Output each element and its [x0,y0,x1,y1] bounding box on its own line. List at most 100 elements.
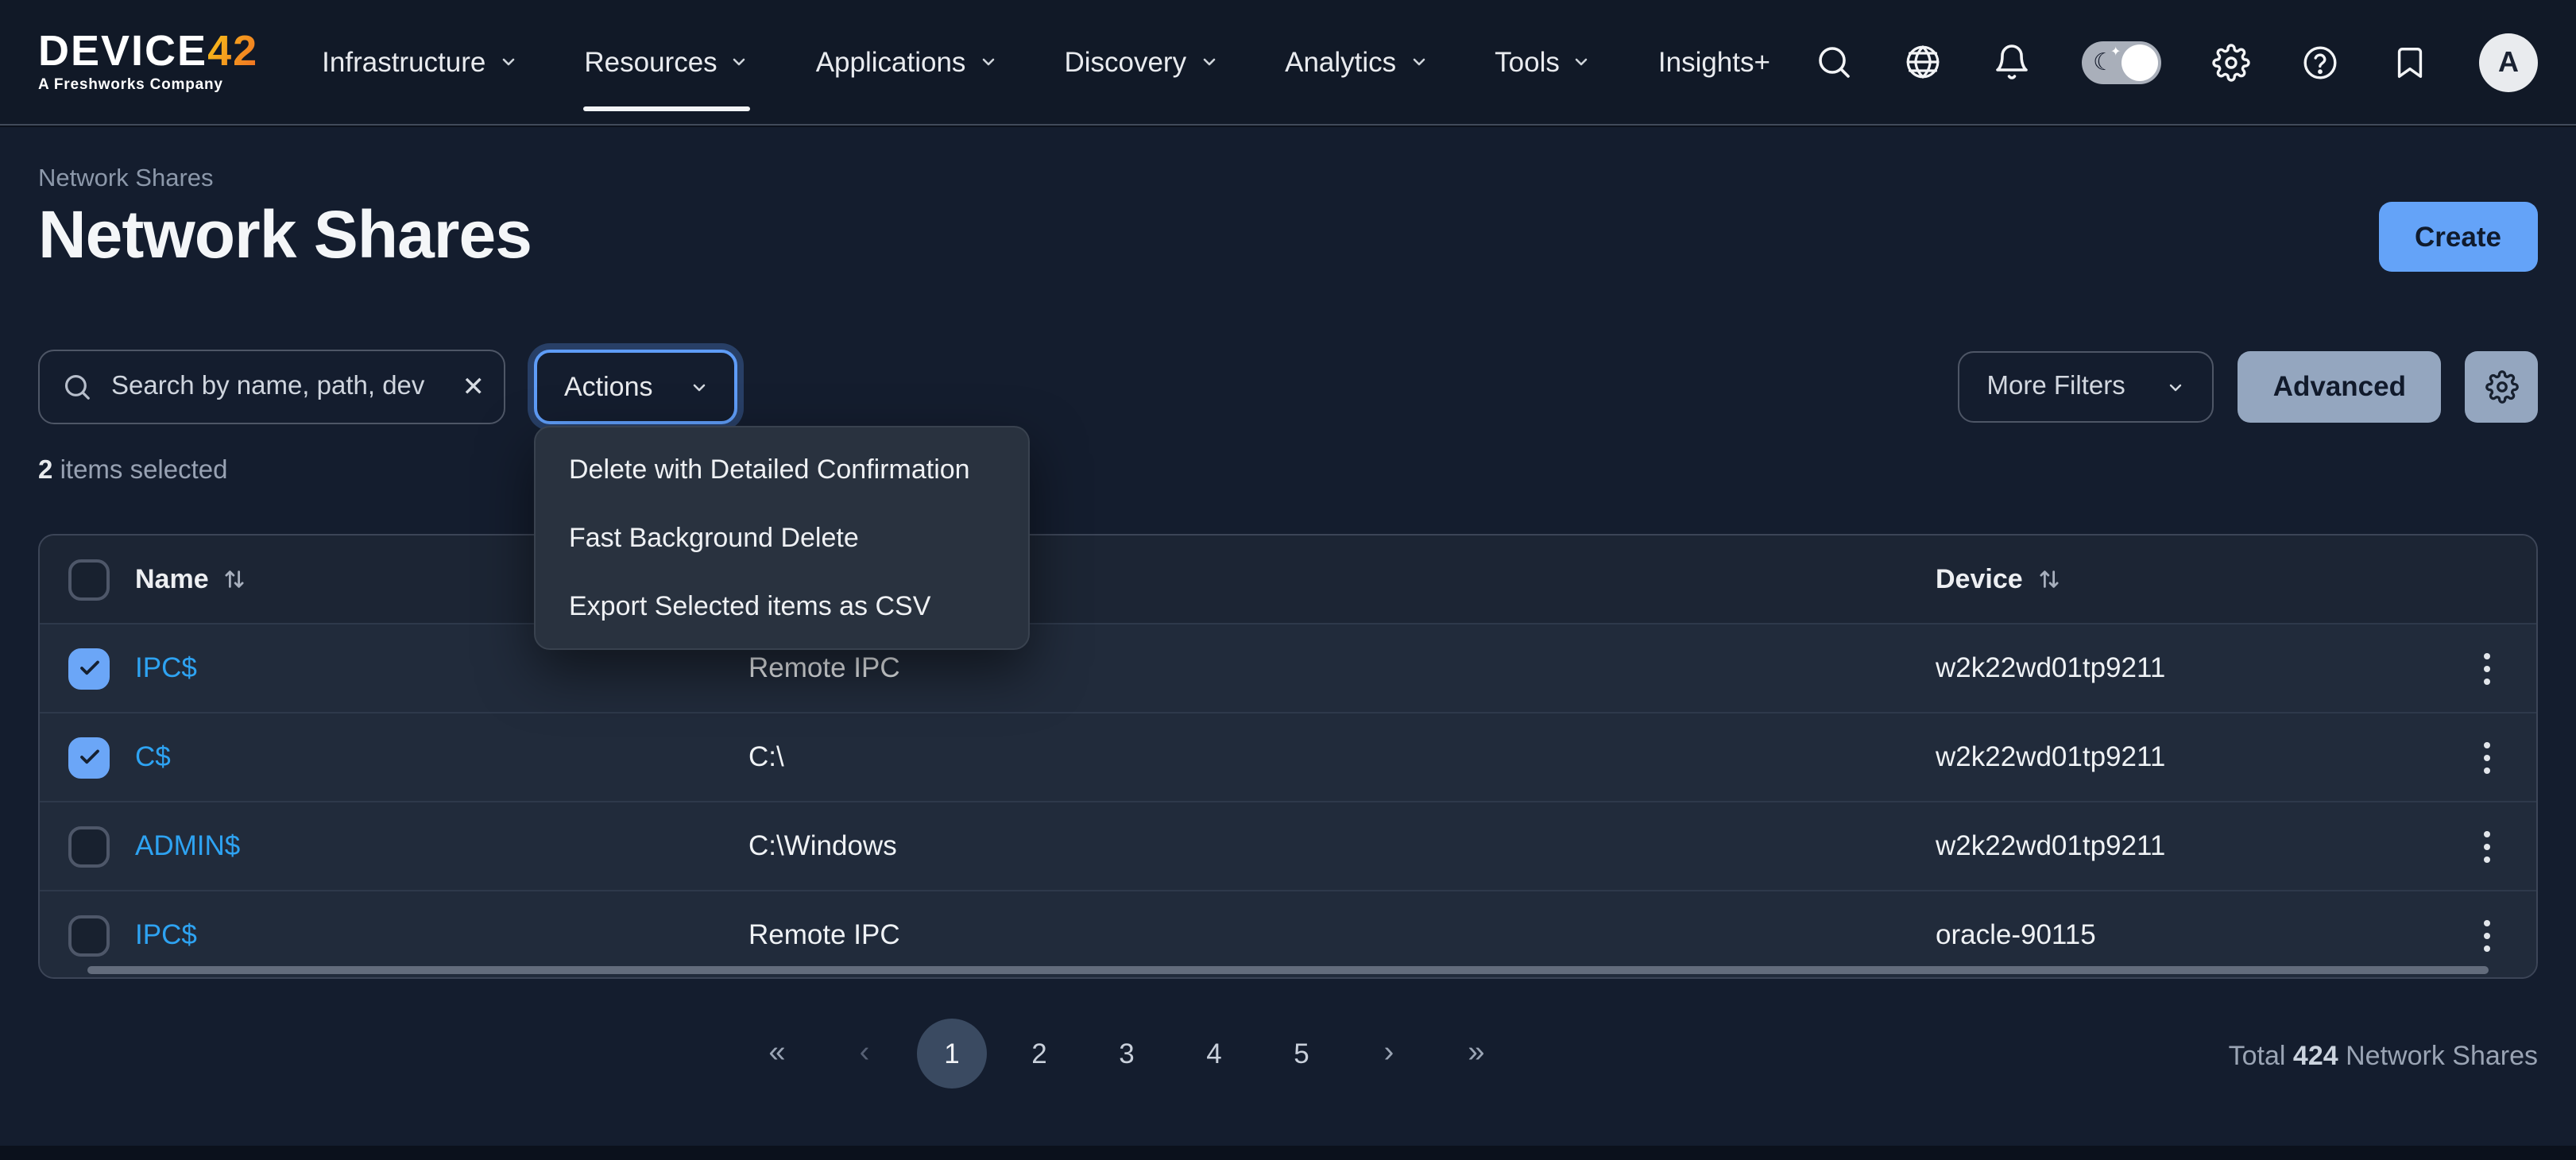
bookmark-icon[interactable] [2390,43,2428,81]
notifications-bell-icon[interactable] [1993,43,2031,81]
toggle-knob [2122,44,2158,80]
toolbar: ✕ Actions More Filters Advanced [38,350,2538,424]
logo-text: DEVICE [38,28,207,75]
total-suffix: Network Shares [2346,1041,2538,1071]
search-box[interactable]: ✕ [38,350,505,424]
nav-item-resources[interactable]: Resources [584,45,748,79]
share-device: oracle-90115 [1936,918,2096,950]
page-title: Network Shares [38,197,532,273]
table-header-row: Name Device [40,536,2536,623]
share-name-link[interactable]: IPC$ [135,918,197,950]
sort-icon[interactable] [2037,567,2061,591]
share-device: w2k22wd01tp9211 [1936,829,2165,861]
menu-item-export-csv[interactable]: Export Selected items as CSV [536,572,1028,640]
share-path: C:\Windows [748,829,897,861]
settings-gear-icon[interactable] [2212,43,2250,81]
row-checkbox[interactable] [68,648,110,689]
chevron-down-icon [978,52,997,72]
help-icon[interactable] [2301,43,2339,81]
row-checkbox[interactable] [68,737,110,778]
selection-status: 2 items selected [38,456,228,486]
avatar-initial: A [2498,45,2519,79]
row-menu-icon[interactable] [2477,913,2497,957]
pagination-controls: « ‹ 1 2 3 4 5 › » [742,1019,1511,1088]
logo-accent-text: 42 [207,28,258,75]
main-content: Network Shares Network Shares Create ✕ A… [0,127,2576,1146]
page-button-3[interactable]: 3 [1092,1019,1162,1088]
share-device: w2k22wd01tp9211 [1936,740,2165,772]
row-menu-icon[interactable] [2477,646,2497,690]
pagination-bar: « ‹ 1 2 3 4 5 › » Total 424 Network Shar… [38,1019,2538,1095]
next-page-button[interactable]: › [1354,1019,1424,1088]
more-filters-button[interactable]: More Filters [1959,351,2214,423]
share-name-link[interactable]: ADMIN$ [135,829,240,861]
menu-item-delete-detailed[interactable]: Delete with Detailed Confirmation [536,435,1028,504]
advanced-button[interactable]: Advanced [2238,351,2441,423]
select-all-checkbox[interactable] [68,559,110,600]
globe-icon[interactable] [1904,43,1942,81]
selection-count: 2 [38,456,52,485]
nav-label: Resources [584,45,717,79]
nav-item-insights[interactable]: Insights+ [1658,45,1770,79]
share-path: Remote IPC [748,918,900,950]
actions-label: Actions [564,371,653,403]
chevron-down-icon [1199,52,1218,72]
page-button-1[interactable]: 1 [917,1019,987,1088]
table-row[interactable]: IPC$ Remote IPC w2k22wd01tp9211 [40,623,2536,712]
nav-label: Analytics [1285,45,1396,79]
row-menu-icon[interactable] [2477,735,2497,779]
network-shares-table: Name Device IPC$ Remote IPC w2k22wd01tp9… [38,534,2538,979]
column-label: Device [1936,563,2023,595]
nav-item-infrastructure[interactable]: Infrastructure [322,45,517,79]
user-avatar[interactable]: A [2479,33,2538,91]
gear-icon [2485,370,2518,404]
topbar-icon-group: ☾ ✦ A [1815,33,2538,91]
search-icon[interactable] [1815,43,1853,81]
create-button[interactable]: Create [2378,202,2538,272]
theme-toggle[interactable]: ☾ ✦ [2082,41,2161,83]
nav-item-applications[interactable]: Applications [816,45,998,79]
column-header-device[interactable]: Device [1936,563,2460,595]
breadcrumb[interactable]: Network Shares [38,165,214,194]
share-path: Remote IPC [748,652,900,683]
device42-app: DEVICE42 A Freshworks Company Infrastruc… [0,0,2576,1160]
page-button-2[interactable]: 2 [1004,1019,1074,1088]
nav-label: Infrastructure [322,45,485,79]
nav-label: Applications [816,45,966,79]
nav-label: Tools [1495,45,1560,79]
table-settings-button[interactable] [2465,351,2538,423]
page-button-5[interactable]: 5 [1267,1019,1336,1088]
share-name-link[interactable]: C$ [135,740,171,772]
horizontal-scrollbar[interactable] [87,966,2489,974]
device42-logo[interactable]: DEVICE42 A Freshworks Company [38,31,258,94]
chevron-down-icon [1409,52,1428,72]
row-checkbox[interactable] [68,826,110,867]
nav-item-discovery[interactable]: Discovery [1064,45,1218,79]
first-page-button[interactable]: « [742,1019,812,1088]
row-menu-icon[interactable] [2477,824,2497,868]
toolbar-right-group: More Filters Advanced [1959,351,2538,423]
main-nav: Infrastructure Resources Applications Di… [322,45,1770,79]
chevron-down-icon [1572,52,1592,72]
nav-item-analytics[interactable]: Analytics [1285,45,1428,79]
row-checkbox[interactable] [68,914,110,956]
table-row[interactable]: C$ C:\ w2k22wd01tp9211 [40,712,2536,801]
table-row[interactable]: ADMIN$ C:\Windows w2k22wd01tp9211 [40,801,2536,890]
actions-dropdown-button[interactable]: Actions [534,350,737,424]
magnifier-icon [62,372,92,402]
clear-search-icon[interactable]: ✕ [462,373,485,400]
top-navigation-bar: DEVICE42 A Freshworks Company Infrastruc… [0,0,2576,126]
last-page-button[interactable]: » [1441,1019,1511,1088]
chevron-down-icon [498,52,517,72]
total-prefix: Total [2229,1041,2286,1071]
chevron-down-icon [2167,377,2186,396]
menu-item-fast-delete[interactable]: Fast Background Delete [536,504,1028,572]
sort-icon[interactable] [223,567,247,591]
search-input[interactable] [108,370,447,404]
nav-item-tools[interactable]: Tools [1495,45,1592,79]
share-device: w2k22wd01tp9211 [1936,652,2165,683]
prev-page-button[interactable]: ‹ [830,1019,899,1088]
share-name-link[interactable]: IPC$ [135,652,197,683]
page-button-4[interactable]: 4 [1179,1019,1249,1088]
total-count: 424 [2293,1041,2338,1071]
